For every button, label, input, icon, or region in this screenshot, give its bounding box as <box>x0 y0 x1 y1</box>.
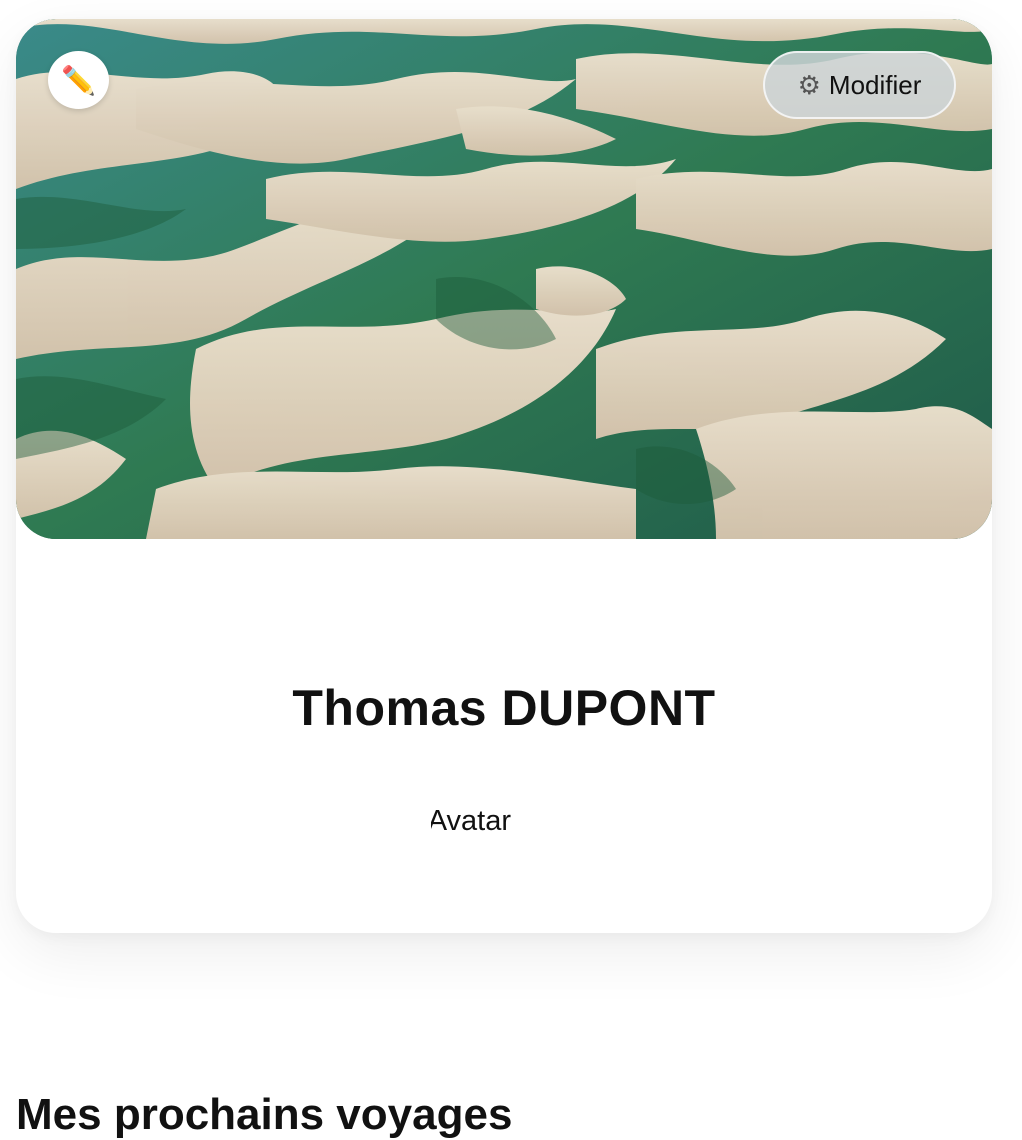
avatar-alt-text: Avatar <box>431 805 511 837</box>
modify-button-label: Modifier <box>828 69 922 100</box>
gear-icon: ⚙ <box>797 69 821 100</box>
modify-profile-button[interactable]: ⚙ Modifier <box>763 51 956 119</box>
upcoming-trips-title: Mes prochains voyages <box>16 1090 513 1139</box>
edit-cover-button[interactable]: ✏️ <box>48 51 109 109</box>
avatar[interactable]: Avatar <box>431 805 511 841</box>
pencil-icon: ✏️ <box>61 64 96 96</box>
profile-card: ✏️ ⚙ Modifier Thomas DUPONT Avatar <box>16 19 992 933</box>
profile-name: Thomas DUPONT <box>292 680 716 736</box>
